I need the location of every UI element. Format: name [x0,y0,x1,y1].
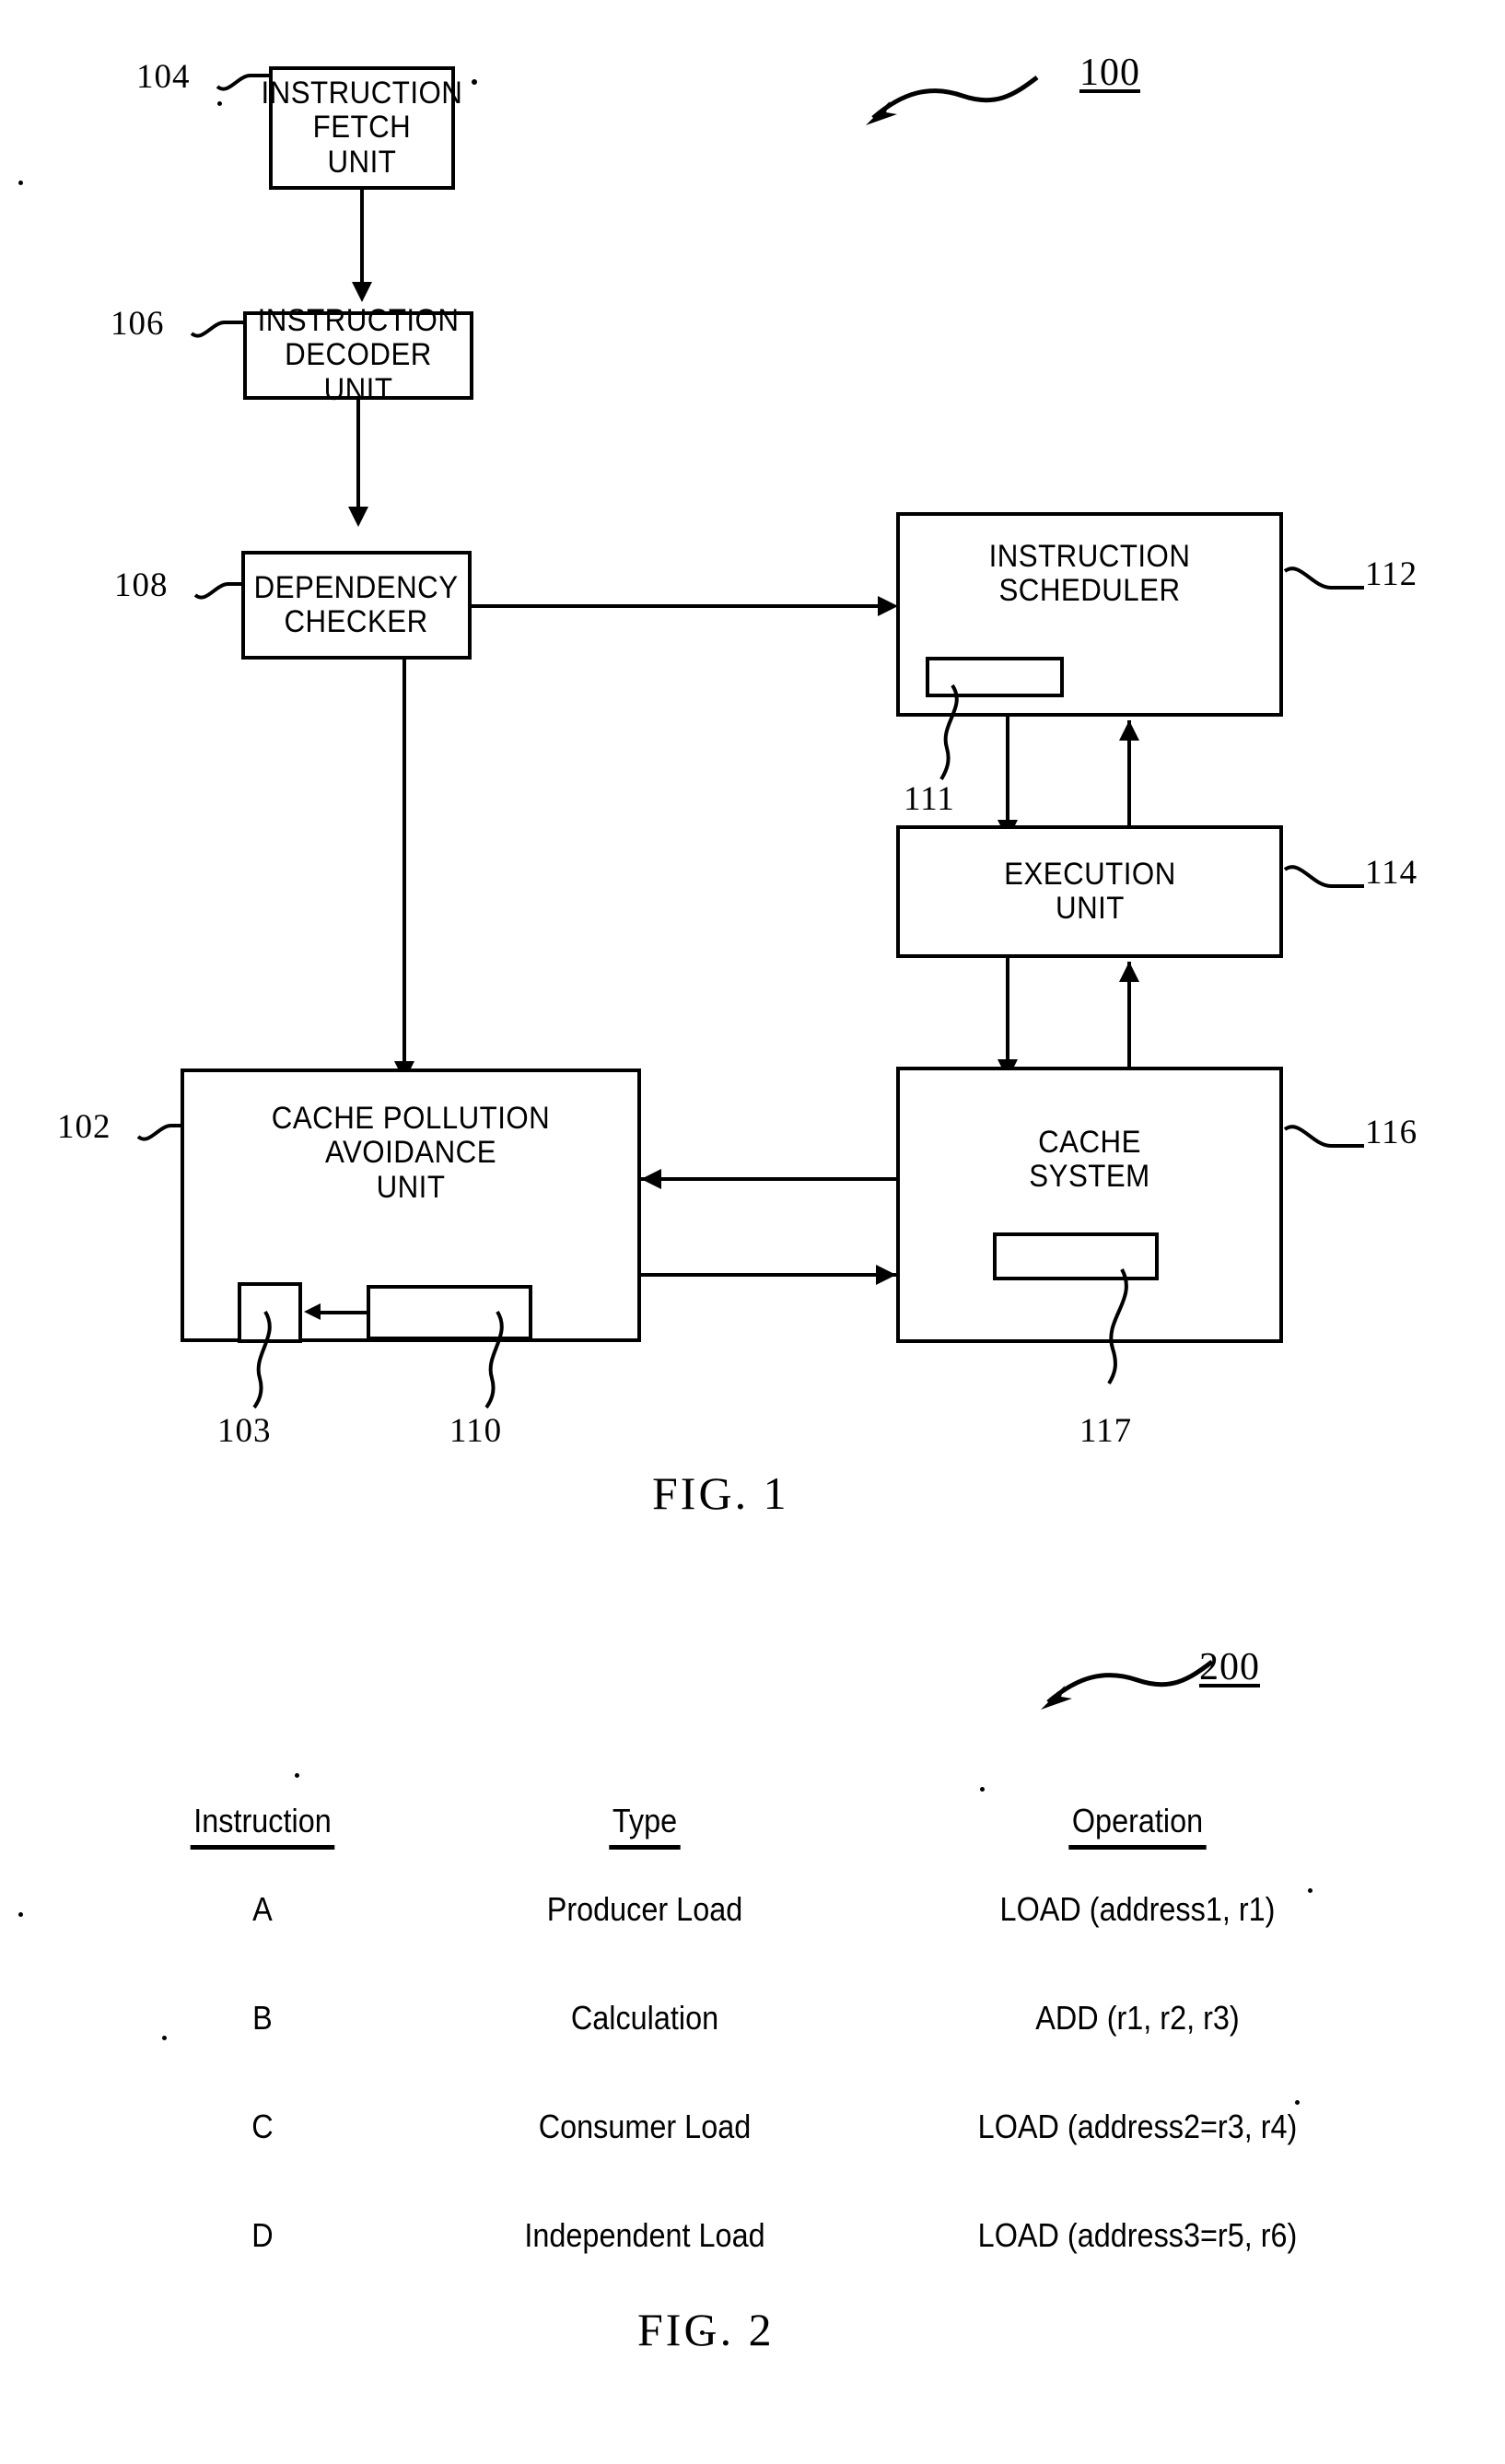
execution-unit-label: EXECUTION UNIT [1003,856,1176,926]
ref-103: 103 [217,1412,272,1450]
figure-100-number: 100 [1079,52,1140,94]
arrow-fetch-to-decoder [352,282,372,302]
cell-operation: LOAD (address2=r3, r4) [977,2108,1298,2145]
arrow-execution-to-scheduler [1119,720,1139,741]
scan-speck [217,101,222,106]
cell-instruction: D [251,2216,274,2254]
table-header-type: Type [438,1778,852,1855]
connector-fetch-to-decoder [360,190,364,286]
ref-102: 102 [57,1108,111,1146]
figure-200-number: 200 [1199,1646,1260,1688]
cell-type: Producer Load [546,1890,743,1928]
ref-117: 117 [1079,1412,1133,1450]
table-row: C Consumer Load LOAD (address2=r3, r4) [111,2073,1400,2181]
execution-unit-block: EXECUTION UNIT [896,825,1283,958]
scan-speck [1308,1888,1312,1893]
ref-111: 111 [904,780,955,818]
figure-100-leader-line [866,76,1039,125]
table-header-row: Instruction Type Operation [111,1778,1400,1855]
scan-speck [980,1787,985,1792]
cell-operation: ADD (r1, r2, r3) [1035,1999,1240,2037]
ref-114-leader-line [1283,865,1364,888]
patent-drawing-sheet: 100 104 INSTRUCTION FETCH UNIT 106 INSTR… [0,0,1505,2464]
arrow-cache-to-cpau [641,1169,661,1189]
cell-type: Independent Load [524,2216,765,2254]
cache-pollution-avoidance-unit-label: CACHE POLLUTION AVOIDANCE UNIT [271,1101,551,1205]
instruction-scheduler-label: INSTRUCTION SCHEDULER [988,539,1191,609]
instruction-fetch-unit-block: INSTRUCTION FETCH UNIT [262,66,462,190]
ref-112: 112 [1365,555,1418,593]
arrow-dependency-to-scheduler [878,596,898,616]
connector-scheduler-to-execution [1006,717,1009,825]
cell-instruction: C [251,2108,274,2145]
arrow-cpau-to-cache [876,1265,896,1285]
connector-dependency-to-scheduler [472,604,880,608]
cell-type: Consumer Load [538,2108,752,2145]
scan-speck [18,181,23,185]
ref-111-leader-line [939,683,959,781]
ref-103-leader-line [252,1310,272,1409]
figure-1-caption: FIG. 1 [652,1467,789,1519]
arrow-cpau-inner [304,1303,321,1320]
scan-speck [472,79,477,85]
cell-operation: LOAD (address1, r1) [999,1890,1276,1928]
instruction-fetch-unit-label: INSTRUCTION FETCH UNIT [261,75,463,180]
instruction-table: Instruction Type Operation A Producer Lo… [111,1778,1400,2290]
ref-116: 116 [1365,1114,1418,1151]
ref-117-leader-line [1107,1268,1128,1385]
connector-cache-to-cpau [641,1177,896,1181]
scan-speck [162,2036,167,2040]
cache-system-label: CACHE SYSTEM [1029,1125,1150,1195]
ref-104: 104 [136,58,191,96]
connector-execution-to-cache [1006,958,1009,1067]
connector-cpau-inner [321,1311,368,1314]
table-row: D Independent Load LOAD (address3=r5, r6… [111,2181,1400,2290]
dependency-checker-label: DEPENDENCY CHECKER [254,569,459,639]
ref-108: 108 [114,566,169,604]
arrow-cache-to-execution [1119,962,1139,982]
table-header-instruction: Instruction [126,1778,400,1855]
instruction-decoder-unit-block: INSTRUCTION DECODER UNIT [243,303,473,406]
ref-110: 110 [449,1412,503,1450]
ref-110-leader-line [484,1310,504,1409]
figure-2-caption: FIG. 2 [637,2304,775,2355]
connector-dependency-to-cpau [402,660,406,1068]
dependency-checker-block: DEPENDENCY CHECKER [241,551,472,660]
table-header-operation: Operation [902,1778,1374,1855]
cell-operation: LOAD (address3=r5, r6) [977,2216,1298,2254]
instruction-decoder-unit-label: INSTRUCTION DECODER UNIT [257,302,460,407]
scan-speck [1295,2100,1300,2105]
table-row: A Producer Load LOAD (address1, r1) [111,1855,1400,1964]
scan-speck [295,1773,299,1778]
ref-106: 106 [111,305,165,343]
connector-cpau-to-cache [641,1273,896,1277]
table-row: B Calculation ADD (r1, r2, r3) [111,1964,1400,2073]
scan-speck [18,1912,23,1917]
scan-speck [700,2330,705,2335]
ref-114: 114 [1365,854,1418,892]
cell-type: Calculation [570,1999,719,2037]
connector-decoder-to-dependency [356,400,360,512]
ref-116-leader-line [1283,1125,1364,1148]
cell-instruction: A [252,1890,273,1928]
cell-instruction: B [252,1999,273,2037]
arrow-decoder-to-dependency [348,507,368,527]
ref-112-leader-line [1283,566,1364,590]
